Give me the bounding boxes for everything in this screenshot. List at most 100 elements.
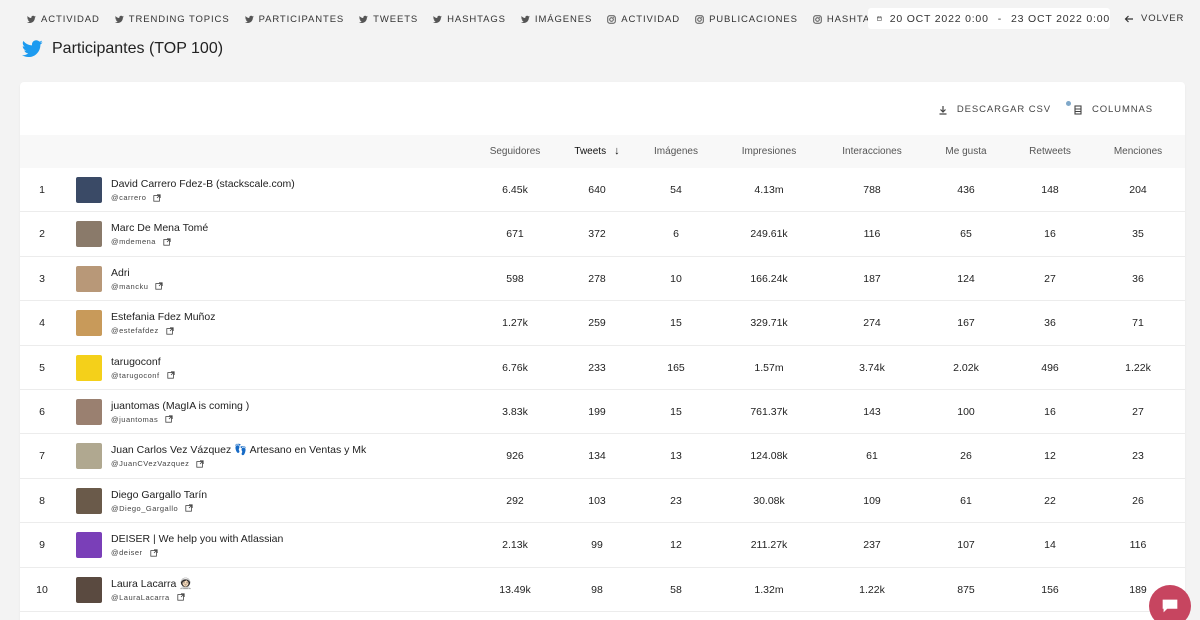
interactions-cell: 61: [866, 450, 878, 463]
avatar: [76, 487, 102, 514]
header-interactions[interactable]: Interacciones: [837, 135, 907, 168]
tweets-cell: 259: [588, 317, 606, 330]
header-tweets[interactable]: Tweets ↓: [567, 135, 627, 168]
header-images[interactable]: Imágenes: [646, 135, 706, 168]
mentions-cell: 116: [1129, 539, 1147, 552]
tweets-cell: 103: [588, 494, 606, 507]
handle-row: @tarugoconf: [111, 371, 175, 380]
rank-cell: 8: [39, 494, 45, 507]
retweets-cell: 16: [1044, 405, 1056, 418]
page-header: Participantes (TOP 100): [22, 40, 223, 58]
tweets-cell: 640: [588, 184, 606, 196]
nav-item-publicaciones[interactable]: Publicaciones: [695, 14, 798, 25]
rank-cell: 5: [39, 361, 45, 374]
impressions-cell: 211.27k: [750, 539, 788, 552]
tweets-cell: 134: [588, 450, 606, 463]
nav-item-hashtags[interactable]: Hashtags: [433, 14, 506, 25]
participant-name: DEISER | We help you with Atlassian: [111, 533, 284, 546]
handle-row: @mancku: [111, 282, 163, 291]
page-title: Participantes (TOP 100): [52, 40, 224, 57]
likes-cell: 124: [957, 272, 975, 285]
nav-item-label: Imágenes: [534, 13, 593, 25]
retweets-cell: 148: [1041, 184, 1059, 196]
table-row: 2 Marc De Mena Tomé @mdemena 671 372 6 249.61k…: [20, 212, 1185, 257]
tweets-cell: 372: [588, 228, 606, 241]
avatar: [76, 576, 102, 603]
header-mentions[interactable]: Menciones: [1108, 135, 1168, 168]
calendar-icon: [877, 16, 882, 21]
followers-cell: 598: [506, 272, 524, 285]
table-row: 1 David Carrero Fdez-B (stackscale.com) @c…: [20, 168, 1185, 213]
images-cell: 6: [673, 228, 679, 241]
nav-item-label: Publicaciones: [709, 13, 798, 25]
nav-item-actividad[interactable]: Actividad: [607, 14, 680, 25]
participant-cell: David Carrero Fdez-B (stackscale.com) @ca…: [111, 177, 295, 202]
interactions-cell: 274: [863, 317, 881, 330]
avatar: [76, 398, 102, 425]
mentions-cell: 71: [1132, 317, 1144, 330]
participant-handle: @JuanCVezVazquez: [111, 459, 190, 469]
rank-cell: 1: [39, 184, 45, 196]
mentions-cell: 204: [1129, 184, 1147, 196]
external-link-icon[interactable]: [166, 327, 174, 335]
mentions-cell: 1.22k: [1125, 361, 1151, 374]
nav-item-actividad[interactable]: Actividad: [27, 14, 100, 25]
impressions-cell: 124.08k: [750, 450, 788, 463]
handle-row: @mdemena: [111, 237, 208, 246]
twitter-icon: [520, 15, 530, 24]
header-impressions[interactable]: Impresiones: [734, 135, 804, 168]
external-link-icon[interactable]: [149, 549, 158, 557]
external-link-icon[interactable]: [155, 282, 163, 290]
external-link-icon[interactable]: [177, 593, 185, 601]
interactions-cell: 3.74k: [859, 361, 885, 374]
twitter-icon: [244, 15, 254, 24]
table-body: 1 David Carrero Fdez-B (stackscale.com) @c…: [20, 168, 1185, 612]
nav-item-imágenes[interactable]: Imágenes: [520, 13, 593, 25]
participant-name: Diego Gargallo Tarín: [111, 488, 208, 501]
avatar: [76, 532, 102, 559]
rank-cell: 7: [39, 450, 45, 463]
followers-cell: 6.45k: [502, 184, 528, 196]
retweets-cell: 36: [1044, 317, 1056, 330]
participant-cell: Laura Lacarra 👩🏻‍🚀 @LauraLacarra: [111, 577, 192, 602]
external-link-icon[interactable]: [196, 460, 205, 468]
handle-row: @Diego_Gargallo: [111, 504, 207, 513]
nav-item-trending-topics[interactable]: Trending Topics: [114, 14, 230, 25]
followers-cell: 671: [506, 228, 524, 241]
header-followers[interactable]: Seguidores: [485, 135, 545, 168]
retweets-cell: 22: [1044, 494, 1056, 507]
nav-item-participantes[interactable]: Participantes: [244, 14, 345, 25]
columns-button[interactable]: Columnas: [1065, 101, 1153, 115]
external-link-icon[interactable]: [163, 238, 171, 246]
twitter-icon: [359, 15, 369, 24]
avatar: [76, 221, 102, 248]
date-to: 23 OCT 2022 0:00: [1011, 12, 1110, 25]
table-row: 5 tarugoconf @tarugoconf 6.76k 233 165 1.57m 3.…: [20, 346, 1185, 390]
download-csv-button[interactable]: Descargar CSV: [938, 104, 1051, 115]
rank-cell: 4: [39, 317, 45, 330]
mentions-cell: 35: [1132, 228, 1144, 241]
nav-item-tweets[interactable]: Tweets: [359, 14, 418, 25]
participant-name: juantomas (MagIA is coming ): [111, 399, 250, 412]
participant-cell: Adri @mancku: [111, 266, 163, 291]
date-range-picker[interactable]: 20 OCT 2022 0:00 - 23 OCT 2022 0:00: [868, 8, 1110, 29]
rank-cell: 10: [36, 583, 48, 596]
external-link-icon[interactable]: [185, 504, 193, 512]
external-link-icon[interactable]: [166, 371, 175, 379]
external-link-icon[interactable]: [165, 415, 173, 424]
back-button[interactable]: VOLVER: [1124, 13, 1184, 24]
avatar: [76, 177, 102, 203]
retweets-cell: 156: [1041, 583, 1059, 596]
sort-desc-icon: ↓: [614, 145, 620, 157]
handle-row: @carrero: [111, 193, 295, 202]
impressions-cell: 1.57m: [754, 361, 784, 374]
header-retweets[interactable]: Retweets: [1020, 135, 1080, 168]
header-likes[interactable]: Me gusta: [936, 135, 996, 168]
participant-handle: @juantomas: [111, 414, 159, 424]
chat-button[interactable]: [1149, 585, 1191, 620]
impressions-cell: 761.37k: [750, 405, 788, 418]
table-row: 4 Estefania Fdez Muñoz @estefafdez 1.27k 259…: [20, 301, 1185, 346]
handle-row: @juantomas: [111, 415, 249, 424]
interactions-cell: 187: [863, 272, 881, 285]
external-link-icon[interactable]: [153, 193, 161, 202]
